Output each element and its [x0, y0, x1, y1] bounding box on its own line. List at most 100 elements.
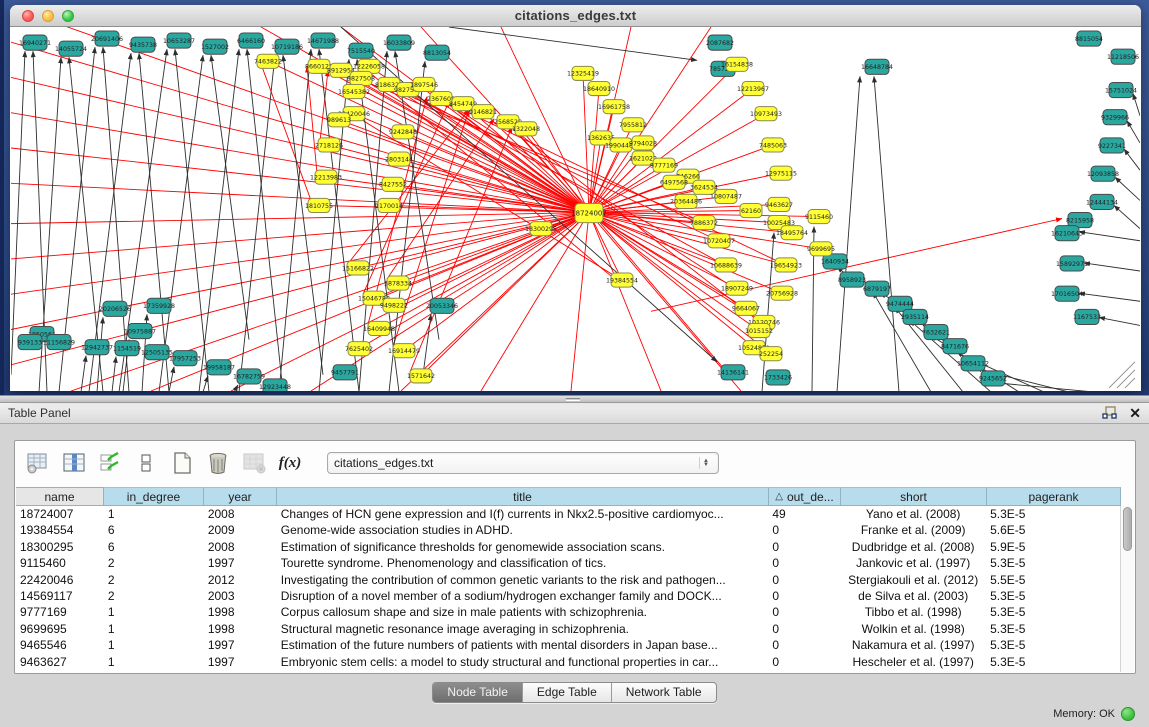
svg-text:10654112: 10654112 — [957, 361, 989, 368]
table-row[interactable]: 911546021997Tourette syndrome. Phenomeno… — [16, 555, 1120, 571]
svg-text:3624534: 3624534 — [690, 185, 718, 192]
svg-text:12325419: 12325419 — [567, 71, 599, 78]
table-row[interactable]: 2242004622012Investigating the contribut… — [16, 572, 1120, 588]
node-table: namein_degreeyeartitle△out_de...shortpag… — [16, 487, 1134, 672]
table-row[interactable]: 946362711997Embryonic stem cells: a mode… — [16, 654, 1120, 670]
svg-text:62160: 62160 — [741, 208, 761, 215]
svg-text:6879197: 6879197 — [863, 286, 891, 293]
svg-text:9664067: 9664067 — [732, 306, 760, 313]
svg-text:16033809: 16033809 — [383, 40, 415, 47]
close-button[interactable] — [22, 10, 34, 22]
table-cell: 19384554 — [16, 522, 104, 538]
table-cell: 0 — [768, 654, 840, 670]
table-cell: Tibbo et al. (1998) — [840, 604, 986, 620]
svg-text:10719186: 10719186 — [271, 44, 303, 51]
table-header-row: namein_degreeyeartitle△out_de...shortpag… — [16, 487, 1134, 506]
table-row[interactable]: 969969511998Structural magnetic resonanc… — [16, 621, 1120, 637]
vertical-scrollbar[interactable] — [1120, 506, 1134, 672]
svg-text:16648784: 16648784 — [861, 64, 893, 71]
network-view-canvas[interactable]: 1694027114055724206914069435738106532871… — [11, 27, 1140, 391]
table-cell: Estimation of the future numbers of pati… — [277, 637, 769, 653]
svg-text:17957253: 17957253 — [169, 356, 201, 363]
float-panel-icon[interactable] — [1102, 406, 1117, 420]
table-row[interactable]: 1938455462009Genome-wide association stu… — [16, 522, 1120, 538]
table-cell: de Silva et al. (2003) — [840, 588, 986, 604]
network-window: citations_edges.txt 16940271140557242069… — [10, 5, 1141, 391]
show-columns-icon[interactable] — [61, 450, 87, 476]
scrollbar-thumb[interactable] — [1123, 507, 1132, 551]
svg-text:20053346: 20053346 — [426, 303, 458, 310]
svg-text:7463822: 7463822 — [254, 59, 282, 66]
svg-text:7515540: 7515540 — [347, 48, 375, 55]
row-height-icon[interactable] — [133, 450, 159, 476]
citation-network-graph[interactable]: 1694027114055724206914069435738106532871… — [11, 27, 1140, 391]
svg-text:989613: 989613 — [327, 117, 351, 124]
svg-text:9498222: 9498222 — [380, 303, 408, 310]
table-body: 1872400712008Changes of HCN gene express… — [16, 506, 1120, 672]
table-mode-icon[interactable] — [25, 450, 51, 476]
column-header-out_de[interactable]: △out_de... — [769, 487, 841, 506]
svg-text:1015152: 1015152 — [745, 328, 773, 335]
svg-text:14055724: 14055724 — [55, 46, 87, 53]
tab-network-table[interactable]: Network Table — [612, 683, 716, 702]
table-cell: 2009 — [204, 522, 277, 538]
table-row[interactable]: 1830029562008Estimation of significance … — [16, 539, 1120, 555]
column-header-pagerank[interactable]: pagerank — [987, 487, 1121, 506]
svg-text:1810755: 1810755 — [305, 203, 333, 210]
tab-edge-table[interactable]: Edge Table — [523, 683, 612, 702]
table-row[interactable]: 946554611997Estimation of the future num… — [16, 637, 1120, 653]
column-header-year[interactable]: year — [204, 487, 277, 506]
table-tabs: Node TableEdge TableNetwork Table — [432, 682, 716, 703]
minimize-button[interactable] — [42, 10, 54, 22]
panel-title: Table Panel — [8, 406, 71, 420]
svg-text:2935114: 2935114 — [901, 314, 929, 321]
close-panel-icon[interactable]: ✕ — [1129, 406, 1141, 420]
table-tabs-row: Node TableEdge TableNetwork Table — [0, 682, 1149, 703]
svg-text:8427552: 8427552 — [379, 182, 407, 189]
table-row[interactable]: 1872400712008Changes of HCN gene express… — [16, 506, 1120, 522]
svg-text:10653287: 10653287 — [163, 38, 195, 45]
table-cell: 5.5E-5 — [986, 572, 1120, 588]
network-window-titlebar[interactable]: citations_edges.txt — [10, 5, 1141, 27]
column-header-short[interactable]: short — [841, 487, 987, 506]
table-cell: 0 — [768, 555, 840, 571]
tab-node-table[interactable]: Node Table — [433, 683, 523, 702]
memory-status-label: Memory: OK — [1053, 708, 1115, 720]
column-header-title[interactable]: title — [277, 487, 769, 506]
svg-text:12093858: 12093858 — [1087, 171, 1119, 178]
svg-text:6466160: 6466160 — [237, 38, 265, 45]
panel-resize-handle[interactable] — [0, 395, 1149, 403]
table-row[interactable]: 1456911722003Disruption of a novel membe… — [16, 588, 1120, 604]
column-header-name[interactable]: name — [16, 487, 104, 506]
svg-text:7886372: 7886372 — [690, 220, 718, 227]
svg-text:9794028: 9794028 — [629, 140, 657, 147]
delete-file-icon[interactable] — [205, 450, 231, 476]
select-all-icon[interactable] — [97, 450, 123, 476]
table-cell: 22420046 — [16, 572, 104, 588]
create-table-icon[interactable] — [169, 450, 195, 476]
table-cell: 6 — [104, 522, 204, 538]
zoom-button[interactable] — [62, 10, 74, 22]
svg-text:16545382: 16545382 — [338, 89, 370, 96]
table-cell: 1 — [104, 621, 204, 637]
table-cell: 14569117 — [16, 588, 104, 604]
table-row[interactable]: 977716911998Corpus callosum shape and si… — [16, 604, 1120, 620]
table-cell: 0 — [768, 604, 840, 620]
function-builder-icon[interactable]: f(x) — [277, 450, 303, 476]
table-cell: 2 — [104, 555, 204, 571]
table-select-dropdown[interactable]: citations_edges.txt ▲▼ — [327, 452, 719, 474]
svg-text:9474444: 9474444 — [886, 301, 914, 308]
table-cell: Hescheler et al. (1997) — [840, 654, 986, 670]
svg-text:8815054: 8815054 — [1075, 36, 1103, 43]
svg-text:9435738: 9435738 — [129, 42, 157, 49]
table-cell: Wolkin et al. (1998) — [840, 621, 986, 637]
svg-text:9457791: 9457791 — [331, 370, 359, 377]
svg-text:2803144: 2803144 — [385, 156, 413, 163]
memory-status-icon[interactable] — [1121, 707, 1135, 721]
svg-text:1527002: 1527002 — [201, 44, 229, 51]
table-cell: 2012 — [204, 572, 277, 588]
svg-text:939133: 939133 — [18, 339, 42, 346]
table-cell: 5.6E-5 — [986, 522, 1120, 538]
svg-text:1897546: 1897546 — [410, 82, 438, 89]
column-header-in_degree[interactable]: in_degree — [104, 487, 204, 506]
